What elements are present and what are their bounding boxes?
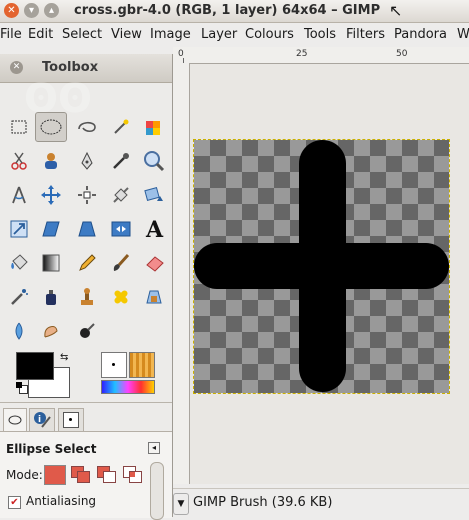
- text-tool[interactable]: A: [141, 216, 167, 242]
- fuzzy-select-tool[interactable]: [108, 114, 134, 140]
- free-select-tool[interactable]: [74, 114, 100, 140]
- minimize-icon[interactable]: ▾: [24, 3, 39, 18]
- menu-view[interactable]: View: [111, 27, 142, 42]
- active-pattern-preview[interactable]: [129, 352, 155, 378]
- ellipse-select-icon: [8, 415, 22, 425]
- antialiasing-checkbox[interactable]: ✔: [8, 496, 21, 509]
- menu-image[interactable]: Image: [150, 27, 191, 42]
- wilber-watermark: ʘʘ: [24, 76, 93, 122]
- select-by-color-tool[interactable]: [141, 114, 167, 140]
- ink-tool[interactable]: [38, 284, 64, 310]
- mode-intersect-button[interactable]: [122, 465, 142, 483]
- clone-tool[interactable]: [74, 284, 100, 310]
- antialiasing-label: Antialiasing: [26, 494, 97, 508]
- horizontal-ruler[interactable]: 0 25 50: [173, 47, 469, 64]
- menu-colours[interactable]: Colours: [245, 27, 294, 42]
- pencil-tool[interactable]: [74, 250, 100, 276]
- zoom-tool[interactable]: [141, 148, 167, 174]
- flip-tool[interactable]: [108, 216, 134, 242]
- swap-colors-icon[interactable]: ⇆: [60, 352, 68, 363]
- toolbox-title: Toolbox: [42, 60, 99, 75]
- toolbox-window: ✕ Toolbox ʘʘ A ⇆ i Ellipse Select ◂ Mode…: [0, 54, 173, 520]
- options-scrollbar[interactable]: [150, 462, 164, 520]
- active-gradient-preview[interactable]: [101, 380, 155, 394]
- tab-tool-options[interactable]: [3, 408, 27, 432]
- eraser-tool[interactable]: [141, 250, 167, 276]
- vertical-ruler[interactable]: [173, 63, 190, 484]
- perspective-clone-tool[interactable]: [141, 284, 167, 310]
- color-picker-tool[interactable]: [108, 148, 134, 174]
- divider: [0, 402, 172, 403]
- menu-edit[interactable]: Edit: [28, 27, 53, 42]
- menu-layer[interactable]: Layer: [201, 27, 237, 42]
- close-icon[interactable]: ✕: [10, 61, 23, 74]
- maximize-icon[interactable]: ▴: [44, 3, 59, 18]
- menu-file[interactable]: File: [0, 27, 22, 42]
- tool-options-title: Ellipse Select: [6, 442, 97, 456]
- svg-text:A: A: [145, 218, 164, 240]
- foreground-select-tool[interactable]: [38, 148, 64, 174]
- menubar: File Edit Select View Image Layer Colour…: [0, 23, 469, 47]
- paintbrush-tool[interactable]: [108, 250, 134, 276]
- close-icon[interactable]: ✕: [4, 3, 19, 18]
- scale-tool[interactable]: [6, 216, 32, 242]
- rotate-tool[interactable]: [141, 182, 167, 208]
- brush-icon: [63, 412, 79, 428]
- bucket-fill-tool[interactable]: [6, 250, 32, 276]
- paths-tool[interactable]: [74, 148, 100, 174]
- dodge-burn-tool[interactable]: [74, 318, 100, 344]
- menu-tools[interactable]: Tools: [304, 27, 336, 42]
- status-text: GIMP Brush (39.6 KB): [193, 495, 333, 510]
- smudge-tool[interactable]: [38, 318, 64, 344]
- airbrush-tool[interactable]: [6, 284, 32, 310]
- status-dropdown-arrow[interactable]: ▼: [173, 493, 189, 515]
- foreground-color-swatch[interactable]: [16, 352, 54, 380]
- panel-menu-icon[interactable]: ◂: [148, 442, 160, 454]
- perspective-tool[interactable]: [74, 216, 100, 242]
- window-titlebar: ✕ ▾ ▴ cross.gbr-4.0 (RGB, 1 layer) 64x64…: [0, 0, 469, 23]
- menu-filters[interactable]: Filters: [346, 27, 385, 42]
- default-colors-icon[interactable]: [16, 382, 28, 394]
- menu-select[interactable]: Select: [62, 27, 102, 42]
- tab-device-status[interactable]: i: [29, 408, 55, 432]
- window-title: cross.gbr-4.0 (RGB, 1 layer) 64x64 – GIM…: [74, 3, 381, 18]
- align-tool[interactable]: [74, 182, 100, 208]
- shear-tool[interactable]: [38, 216, 64, 242]
- active-brush-preview[interactable]: [101, 352, 127, 378]
- mode-replace-button[interactable]: [44, 465, 66, 485]
- blur-tool[interactable]: [6, 318, 32, 344]
- mouse-cursor-icon: ↖: [389, 1, 403, 20]
- menu-pandora[interactable]: Pandora: [394, 27, 447, 42]
- rect-select-tool[interactable]: [6, 114, 32, 140]
- measure-tool[interactable]: [6, 182, 32, 208]
- tool-options-panel: Ellipse Select ◂ Mode: ✔ Antialiasing: [0, 431, 172, 520]
- ellipse-select-tool[interactable]: [35, 112, 67, 142]
- mode-subtract-button[interactable]: [96, 465, 116, 483]
- toolbox-header: ✕ Toolbox ʘʘ: [0, 54, 172, 122]
- mode-label: Mode:: [6, 468, 43, 482]
- mode-add-button[interactable]: [70, 465, 90, 483]
- tab-brushes[interactable]: [58, 408, 84, 432]
- cross-brush-horizontal: [194, 243, 449, 289]
- scissors-select-tool[interactable]: [6, 148, 32, 174]
- heal-tool[interactable]: [108, 284, 134, 310]
- crop-tool[interactable]: [108, 182, 134, 208]
- move-tool[interactable]: [38, 182, 64, 208]
- menu-windows[interactable]: W: [457, 27, 469, 42]
- info-pen-icon: i: [34, 412, 51, 428]
- svg-text:i: i: [38, 415, 41, 425]
- blend-tool[interactable]: [38, 250, 64, 276]
